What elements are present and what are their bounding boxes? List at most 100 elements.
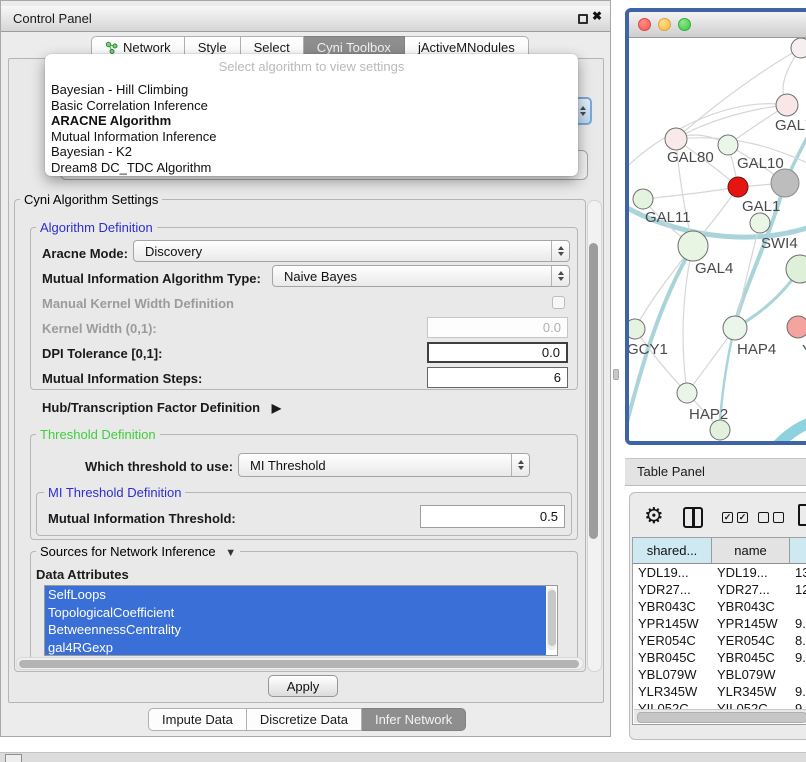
column-header-name[interactable]: name [712, 538, 790, 564]
algorithm-dropdown-hint: Select algorithm to view settings [45, 59, 578, 74]
network-node-label: GAL80 [667, 149, 714, 166]
tab-select-label: Select [254, 40, 290, 55]
export-table-icon[interactable] [798, 504, 806, 526]
dpi-tolerance-label: DPI Tolerance [0,1]: [42, 346, 162, 361]
table-row[interactable]: YDR27...YDR27...12 [633, 581, 806, 598]
mi-threshold-input[interactable]: 0.5 [420, 505, 565, 528]
network-node[interactable] [677, 383, 697, 403]
zoom-button[interactable] [678, 18, 691, 31]
list-item[interactable]: BetweennessCentrality [48, 622, 181, 637]
control-panel-title: Control Panel [13, 6, 92, 32]
select-all-columns-icon[interactable]: ✓ [722, 512, 733, 523]
close-button[interactable] [638, 18, 651, 31]
dropdown-option-selected[interactable]: ARACNE Algorithm [48, 113, 575, 129]
attributes-list-scrollbar[interactable] [547, 588, 556, 650]
tab-impute-data[interactable]: Impute Data [148, 708, 247, 731]
settings-horizontal-scrollbar-thumb[interactable] [19, 660, 579, 668]
network-node[interactable] [723, 316, 747, 340]
gear-icon[interactable]: ⚙ [644, 503, 664, 529]
check-icon: ✓ [724, 512, 732, 522]
table-cell: YPR145W [712, 615, 790, 632]
list-item[interactable]: gal4RGexp [48, 640, 113, 655]
attributes-list[interactable]: SelfLoops TopologicalCoefficient Between… [44, 585, 558, 656]
threshold-definition-label: Threshold Definition [36, 427, 160, 442]
mi-type-select[interactable]: Naive Bayes [272, 265, 570, 287]
tab-infer-network[interactable]: Infer Network [362, 708, 466, 731]
dropdown-option[interactable]: Dream8 DC_TDC Algorithm [48, 160, 575, 176]
node-table: shared... name A YDL19...YDL19...13YDR27… [632, 537, 806, 725]
settings-horizontal-scrollbar[interactable] [16, 657, 584, 670]
network-node[interactable] [633, 189, 653, 209]
tab-jactivemnodules-label: jActiveMNodules [418, 40, 515, 55]
dpi-tolerance-input[interactable]: 0.0 [427, 342, 568, 363]
list-item[interactable]: SelfLoops [48, 587, 106, 602]
table-row[interactable]: YLR345WYLR345W9. [633, 683, 806, 700]
stepper-icon [551, 266, 569, 286]
network-node[interactable] [750, 213, 770, 233]
algorithm-definition-label: Algorithm Definition [36, 220, 157, 235]
network-node[interactable] [771, 169, 799, 197]
table-row[interactable]: YBR043CYBR043C [633, 598, 806, 615]
network-node[interactable] [678, 231, 708, 261]
network-node[interactable] [665, 128, 687, 150]
control-panel-titlebar [1, 6, 610, 32]
minimize-button[interactable] [658, 18, 671, 31]
table-cell: YBR043C [633, 598, 712, 615]
tab-network-label: Network [123, 40, 171, 55]
network-node[interactable] [728, 177, 748, 197]
split-columns-icon[interactable] [683, 507, 703, 528]
table-row[interactable]: YER054CYER054C8. [633, 632, 806, 649]
float-window-icon[interactable] [578, 14, 588, 24]
dropdown-option[interactable]: Mutual Information Inference [48, 129, 575, 145]
split-pane-grip[interactable] [613, 369, 619, 380]
bottom-status-strip [0, 752, 806, 762]
table-row[interactable]: YDL19...YDL19...13 [633, 564, 806, 581]
hub-definition-toggle[interactable]: Hub/Transcription Factor Definition ▶ [42, 400, 281, 415]
tab-discretize-data[interactable]: Discretize Data [247, 708, 362, 731]
column-header-shared-name[interactable]: shared... [633, 538, 712, 564]
network-edge [683, 246, 693, 393]
select-all-columns-icon2[interactable]: ✓ [737, 512, 748, 523]
column-header-aspl[interactable]: A [790, 538, 806, 564]
collapsed-arrow-icon[interactable]: ▶ [272, 401, 281, 415]
table-horizontal-scrollbar-thumb[interactable] [637, 712, 806, 723]
dropdown-option[interactable]: Bayesian - Hill Climbing [48, 82, 575, 98]
network-node[interactable] [776, 94, 798, 116]
expanded-arrow-icon[interactable]: ▼ [225, 547, 236, 559]
network-node[interactable] [629, 319, 645, 339]
unselect-all-columns-icon[interactable] [758, 512, 769, 523]
list-item-label: SelfLoops [48, 587, 106, 602]
table-row[interactable]: YBR045CYBR045C9. [633, 649, 806, 666]
apply-button[interactable]: Apply [268, 675, 338, 697]
network-node[interactable] [791, 38, 806, 58]
collapsed-panel-icon[interactable] [5, 754, 22, 762]
network-edge [772, 417, 806, 442]
table-cell [790, 598, 806, 615]
unselect-all-columns-icon2[interactable] [773, 512, 784, 523]
network-node[interactable] [710, 420, 730, 440]
network-node[interactable] [718, 135, 738, 155]
sources-toggle[interactable]: Sources for Network Inference ▼ [36, 544, 240, 559]
stepper-icon [551, 241, 569, 261]
network-node[interactable] [787, 316, 806, 338]
mi-threshold-group-label: MI Threshold Definition [44, 485, 185, 500]
dropdown-option[interactable]: Basic Correlation Inference [48, 98, 575, 114]
table-horizontal-scrollbar[interactable] [634, 709, 806, 723]
manual-kernel-label: Manual Kernel Width Definition [42, 296, 234, 311]
network-canvas[interactable]: GAL7GAL80GAL10GAL1GAL11SWI4GAL4GCY1HAP4Y… [629, 38, 806, 442]
stepper-down-icon [580, 112, 586, 116]
which-threshold-select[interactable]: MI Threshold [238, 453, 530, 477]
dropdown-option[interactable]: Bayesian - K2 [48, 144, 575, 160]
close-panel-icon[interactable]: ✖ [592, 9, 602, 23]
table-row[interactable]: YPR145WYPR145W9. [633, 615, 806, 632]
table-cell: YPR145W [633, 615, 712, 632]
settings-vertical-scrollbar-thumb[interactable] [589, 243, 598, 539]
table-row[interactable]: YBL079WYBL079W [633, 666, 806, 683]
mi-steps-input[interactable]: 6 [427, 367, 568, 388]
list-item[interactable]: TopologicalCoefficient [48, 605, 174, 620]
list-item-label: TopologicalCoefficient [48, 605, 174, 620]
network-node[interactable] [786, 255, 806, 283]
network-node-label: Y [802, 342, 806, 359]
network-window-titlebar[interactable] [629, 12, 806, 38]
aracne-mode-select[interactable]: Discovery [133, 240, 570, 262]
